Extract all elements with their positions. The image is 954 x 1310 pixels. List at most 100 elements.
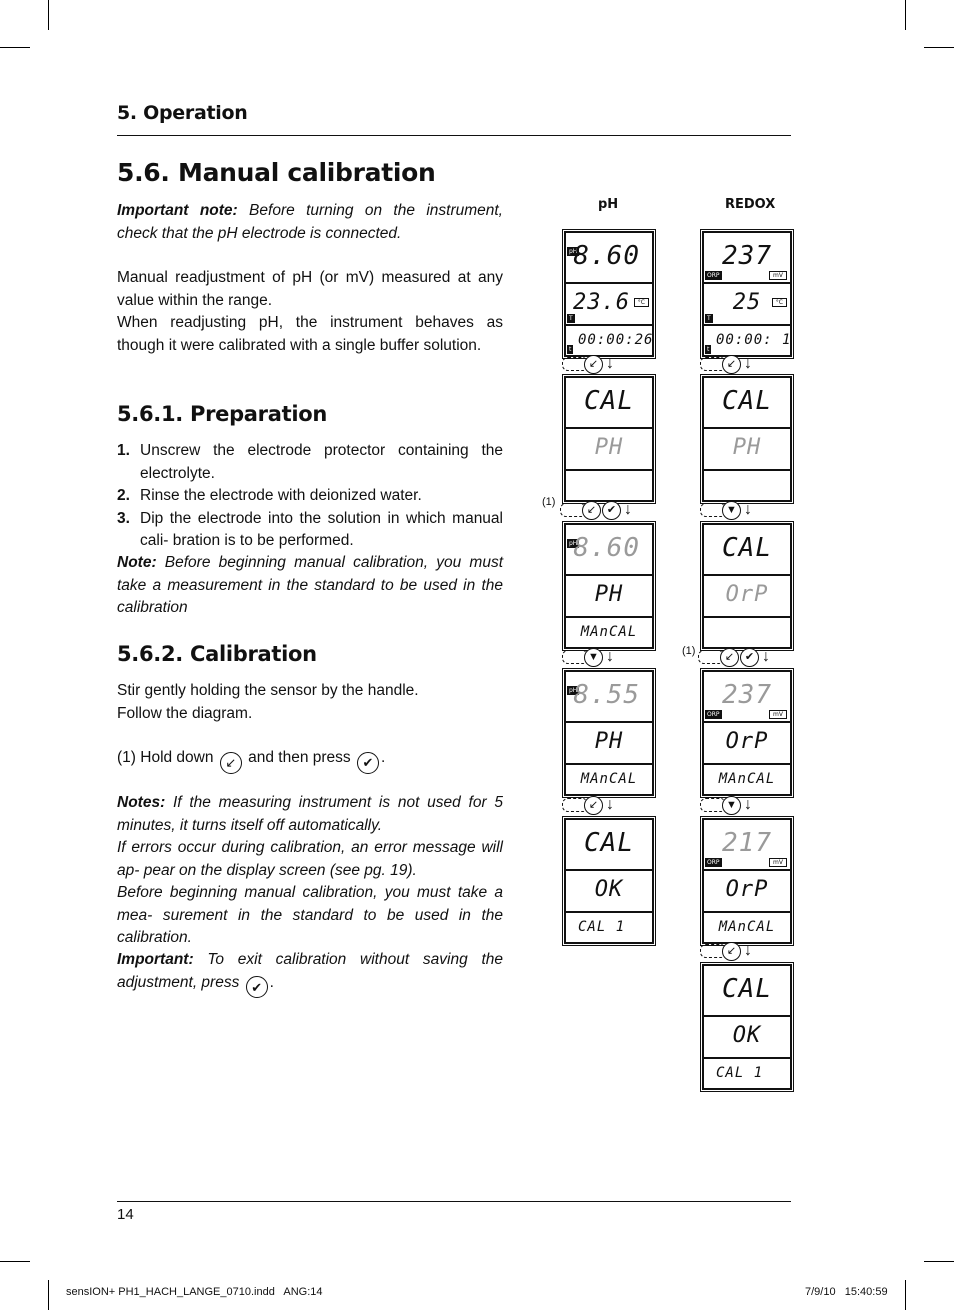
intro-paragraph-2: When readjusting pH, the instrument beha… — [117, 312, 503, 357]
ph-column-label: pH — [598, 197, 619, 212]
cal-button-icon: ↙ — [720, 647, 739, 667]
temp-indicator: T — [705, 314, 713, 323]
lcd-redox-measure: 237ORPmV 25°CT 00:00: 10t — [700, 229, 794, 359]
step-text: Rinse the electrode with deionized water… — [140, 487, 422, 504]
hand-icon — [700, 944, 724, 958]
hand-icon — [700, 357, 724, 371]
page-title: 5.6. Manual calibration — [117, 158, 436, 187]
lcd-row: PH — [566, 429, 652, 471]
crop-mark — [924, 47, 954, 48]
cal-button-icon: ↙ — [722, 354, 741, 374]
lcd-row: PH — [566, 723, 652, 765]
notes-text-2: If errors occur during calibration, an e… — [117, 839, 503, 879]
lcd-value: CAL 1 — [578, 919, 626, 935]
notes-label: Notes: — [117, 794, 166, 811]
lcd-ph-ok: CAL OK CAL 1 — [562, 816, 656, 946]
lcd-row: 237 ORP mV — [704, 672, 790, 723]
down-button-icon: ▼ — [722, 500, 741, 520]
down-button-icon: ▼ — [584, 647, 603, 667]
lcd-ph-adjust: pH 8.55 PH MAnCAL — [562, 668, 656, 798]
lcd-row: CAL — [566, 378, 652, 429]
slug-date: 7/9/10 15:40:59 — [805, 1286, 888, 1298]
lcd-value: CAL — [584, 828, 634, 858]
header-rule — [117, 135, 791, 136]
arrow-down-icon: ↓ — [606, 355, 614, 372]
arrow-down-icon: ↓ — [762, 648, 770, 665]
lcd-row — [704, 471, 790, 500]
lcd-ph-measure: pH 8.60 23.6 °C T 00:00:26 t — [562, 229, 656, 359]
step-number: 3. — [117, 509, 130, 527]
lcd-value: CAL 1 — [716, 1065, 764, 1081]
lcd-value: 23.6 — [573, 290, 630, 315]
ok-button-icon: ✔ — [245, 976, 268, 998]
arrow-down-icon: ↓ — [606, 648, 614, 665]
lcd-row: MAnCAL — [566, 618, 652, 647]
hand-icon — [562, 798, 586, 812]
lcd-row: OrP — [704, 871, 790, 913]
crop-mark — [0, 47, 30, 48]
action-step: ↙ ↓ — [700, 940, 752, 962]
list-item: 3. Dip the electrode into the solution in… — [117, 508, 503, 553]
temp-indicator: T — [567, 314, 575, 323]
unit-mv: mV — [769, 271, 787, 280]
hold-suffix: . — [380, 749, 386, 766]
crop-mark — [0, 1261, 30, 1262]
calibration-notes: Notes: If the measuring instrument is no… — [117, 792, 503, 950]
lcd-row: pH 8.55 — [566, 672, 652, 723]
preparation-note: Note: Before beginning manual calibratio… — [117, 552, 503, 620]
lcd-value: CAL — [722, 533, 772, 563]
lcd-value: 8.60 — [573, 241, 640, 271]
calibration-text-1: Stir gently holding the sensor by the ha… — [117, 682, 419, 699]
unit-mv: mV — [769, 858, 787, 867]
crop-mark — [48, 1280, 49, 1310]
lcd-value: OrP — [725, 582, 769, 607]
lcd-redox-cal: CAL PH — [700, 374, 794, 504]
notes-text-3: Before beginning manual calibration, you… — [117, 884, 503, 946]
ok-button-icon: ✔ — [740, 647, 759, 667]
orp-indicator: ORP — [705, 271, 722, 280]
lcd-value: PH — [594, 582, 624, 607]
footer-rule — [117, 1201, 791, 1202]
exit-important: Important: To exit calibration without s… — [117, 949, 503, 998]
lcd-value: OK — [732, 1023, 762, 1048]
lcd-row: pH 8.60 — [566, 233, 652, 284]
lcd-value: OK — [594, 877, 624, 902]
lcd-redox-ok: CAL OK CAL 1 — [700, 962, 794, 1092]
footnote-marker: (1) — [542, 496, 556, 508]
intro-paragraph-1: Manual readjustment of pH (or mV) measur… — [117, 267, 503, 312]
important-suffix: . — [269, 973, 274, 991]
action-step: ▼ ↓ — [562, 646, 614, 668]
calibration-heading: 5.6.2. Calibration — [117, 642, 317, 666]
important-label: Important: — [117, 951, 194, 968]
lcd-row: CAL — [704, 378, 790, 429]
lcd-row: CAL — [566, 820, 652, 871]
note-text: Before beginning manual calibration, you… — [117, 554, 503, 616]
lcd-row: PH — [566, 576, 652, 618]
step-text: Unscrew the electrode protector containi… — [140, 442, 503, 482]
cal-button-icon: ↙ — [582, 500, 601, 520]
lcd-row — [566, 471, 652, 500]
crop-mark — [924, 1261, 954, 1262]
lcd-value: 237 — [722, 680, 772, 710]
lcd-value: CAL — [722, 386, 772, 416]
crop-mark — [905, 1280, 906, 1310]
notes-text-1: If the measuring instrument is not used … — [117, 794, 503, 834]
lcd-ph-cal: CAL PH — [562, 374, 656, 504]
lcd-row: CAL — [704, 966, 790, 1017]
important-note-label: Important note: — [117, 202, 238, 219]
lcd-value: 00:00: 10 — [716, 332, 790, 348]
lcd-row: 217 ORP mV — [704, 820, 790, 871]
lcd-row: OK — [704, 1017, 790, 1059]
ok-button-icon: ✔ — [356, 751, 379, 774]
action-step: ↙ ✔ ↓ — [698, 646, 770, 668]
lcd-ph-manual: pH 8.60 PH MAnCAL — [562, 521, 656, 651]
lcd-row — [704, 618, 790, 647]
page-number: 14 — [117, 1206, 134, 1223]
hand-icon — [562, 650, 586, 664]
list-item: 1. Unscrew the electrode protector contai… — [117, 440, 503, 485]
action-step: ↙ ✔ ↓ — [560, 499, 632, 521]
cal-button-icon: ↙ — [584, 354, 603, 374]
step-number: 2. — [117, 487, 130, 504]
lcd-row: MAnCAL — [704, 765, 790, 794]
action-step: ▼ ↓ — [700, 794, 752, 816]
